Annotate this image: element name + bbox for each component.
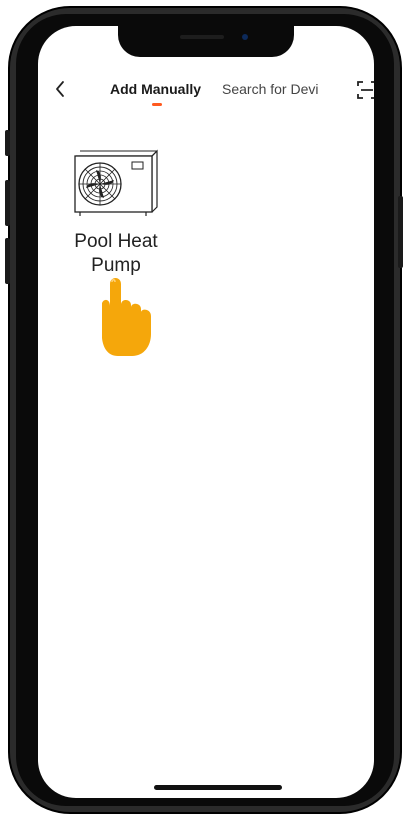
active-tab-indicator: [152, 103, 162, 106]
device-label-line1: Pool Heat: [74, 231, 158, 252]
front-camera: [242, 34, 248, 40]
device-card-pool-heat-pump[interactable]: Pool Heat Pump: [54, 144, 178, 284]
home-indicator: [154, 785, 282, 790]
heat-pump-icon: [74, 149, 158, 216]
hand-pointer-icon: [102, 278, 151, 356]
mute-switch: [5, 130, 10, 156]
volume-down-button: [5, 238, 10, 284]
back-button[interactable]: [50, 78, 70, 100]
scan-frame-icon: [357, 81, 374, 99]
device-label: Pool Heat Pump: [54, 230, 178, 278]
device-label-line2: Pump: [91, 255, 141, 276]
power-button: [398, 196, 403, 268]
notch: [118, 26, 294, 57]
tab-add-manually[interactable]: Add Manually: [110, 81, 201, 97]
volume-up-button: [5, 180, 10, 226]
tab-search-for-devices[interactable]: Search for Devi: [222, 81, 356, 97]
app-screen: Add Manually Search for Devi Pool Heat P…: [38, 26, 374, 798]
scan-button[interactable]: [356, 79, 374, 101]
speaker-grille: [180, 35, 224, 39]
chevron-left-icon: [56, 81, 64, 97]
